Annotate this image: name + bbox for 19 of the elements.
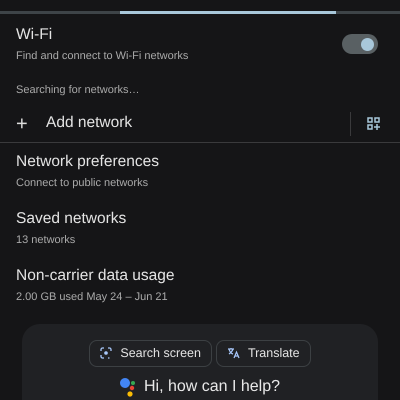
status-text: Searching for networks… [15,82,140,98]
setting-title[interactable]: Network preferences [16,153,384,172]
wifi-subtitle: Find and connect to Wi-Fi networks [16,48,188,63]
qr-add-icon[interactable] [367,117,380,130]
add-network-link[interactable]: Add network [46,114,132,133]
setting-title[interactable]: Saved networks [16,210,384,229]
setting-subtitle: Connect to public networks [16,176,150,190]
lens-icon [100,347,112,360]
assistant-logo-icon [120,376,136,397]
chip-button[interactable]: Translate [216,340,311,367]
setting-title[interactable]: Non-carrier data usage [16,266,384,286]
wifi-title: Wi-Fi [16,26,54,45]
setting-subtitle: 13 networks [16,232,76,247]
greeting-text: Hi, how can I help? [144,376,280,397]
translate-icon [226,347,240,360]
setting-subtitle: 2.00 GB used May 24 – Jun 21 [16,290,169,304]
plus-icon: + [16,108,46,139]
chip-button[interactable]: Search screen [89,340,212,367]
wifi-toggle[interactable] [342,34,378,54]
